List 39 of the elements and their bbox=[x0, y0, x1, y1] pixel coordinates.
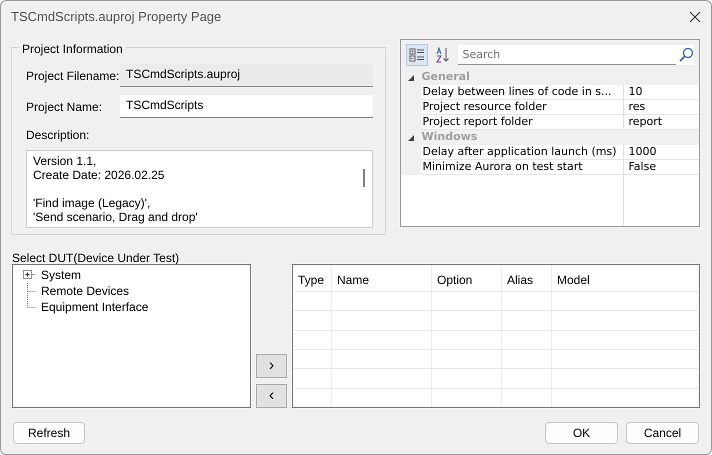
refresh-button[interactable]: Refresh bbox=[13, 422, 85, 444]
ok-button[interactable]: OK bbox=[545, 422, 618, 444]
field-label: Project Filename: bbox=[26, 68, 120, 84]
window-title: TSCmdScripts.auproj Property Page bbox=[11, 8, 222, 26]
categorized-view-button[interactable] bbox=[406, 44, 428, 66]
tree-item[interactable]: Equipment Interface bbox=[41, 298, 148, 316]
text-field[interactable]: TSCmdScripts bbox=[120, 95, 374, 118]
property-value[interactable]: res bbox=[624, 100, 699, 115]
scrollbar-thumb[interactable] bbox=[363, 169, 366, 187]
tree-item[interactable]: Remote Devices bbox=[41, 282, 130, 300]
property-name[interactable]: Delay after application launch (ms) bbox=[421, 145, 624, 160]
text-line: Version 1.1, bbox=[33, 154, 98, 168]
text-line: 'Find image (Legacy)', bbox=[33, 196, 152, 210]
property-name[interactable]: Minimize Aurora on test start bbox=[421, 160, 624, 175]
tree-item[interactable]: System bbox=[41, 266, 82, 284]
field-label: Project Name: bbox=[26, 98, 104, 116]
column-header[interactable]: Option bbox=[432, 265, 502, 291]
close-icon[interactable] bbox=[689, 11, 701, 23]
section-title: Select DUT(Device Under Test) bbox=[12, 251, 180, 265]
property-value[interactable]: 1000 bbox=[624, 145, 699, 160]
property-value[interactable]: 10 bbox=[624, 85, 699, 100]
add-button[interactable]: › bbox=[256, 354, 287, 378]
property-name[interactable]: Project resource folder bbox=[421, 100, 624, 115]
description-field[interactable]: Version 1.1, Create Date: 2026.02.25 'Find image (Legacy)', 'Send scenario, Drag and drop' bbox=[26, 150, 374, 228]
text-line: 'Send scenario, Drag and drop' bbox=[33, 210, 199, 224]
row-margin bbox=[401, 160, 422, 175]
column-header[interactable]: Type bbox=[293, 265, 332, 291]
cancel-button[interactable]: Cancel bbox=[626, 422, 699, 444]
text-line: Create Date: 2026.02.25 bbox=[33, 168, 166, 182]
remove-button[interactable]: ‹ bbox=[256, 384, 287, 408]
column-header[interactable]: Alias bbox=[502, 265, 552, 291]
column-header[interactable]: Model bbox=[552, 265, 699, 291]
collapse-triangle-icon[interactable] bbox=[408, 74, 414, 80]
property-name[interactable]: Delay between lines of code in s... bbox=[421, 85, 624, 100]
search-icon[interactable] bbox=[678, 47, 694, 63]
column-header[interactable]: Name bbox=[332, 265, 432, 291]
collapse-triangle-icon[interactable] bbox=[408, 134, 414, 140]
field-label: Description: bbox=[26, 127, 90, 144]
property-value[interactable]: False bbox=[624, 160, 699, 175]
